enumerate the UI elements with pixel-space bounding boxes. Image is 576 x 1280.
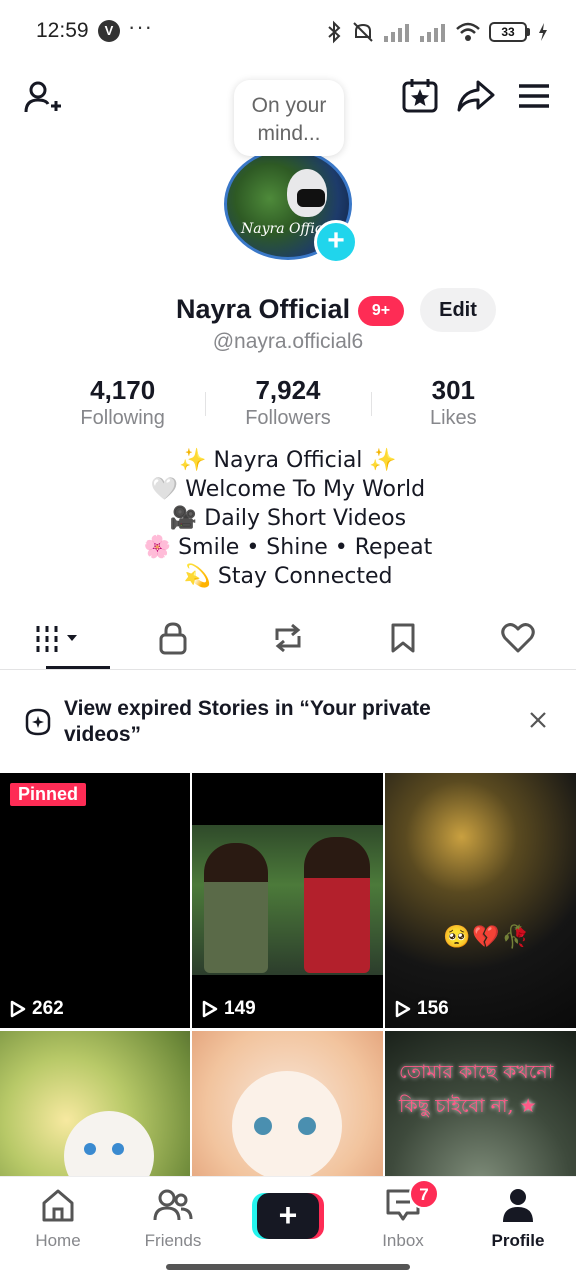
expired-stories-banner[interactable]: View expired Stories in “Your private vi… [0,670,576,772]
bookmark-icon [391,623,415,652]
bio-line: 💫 Stay Connected [183,564,393,589]
nav-inbox[interactable]: 7 Inbox [353,1179,453,1251]
nav-home[interactable]: Home [8,1185,108,1251]
hamburger-menu-icon [519,84,549,108]
bluetooth-icon [328,20,341,44]
calendar-star-icon [402,79,438,113]
status-bar: 12:59 V ··· 33 [0,0,576,64]
share-profile-button[interactable] [454,74,498,118]
stat-likes[interactable]: 301 Likes [370,374,536,434]
profile-icon [503,1189,533,1222]
create-button[interactable]: + [252,1193,324,1239]
stat-following[interactable]: 4,170 Following [40,374,205,434]
charging-icon [539,23,547,41]
home-icon [42,1189,74,1222]
name-row: Nayra Official 9+ Edit [0,288,576,336]
home-indicator[interactable] [166,1264,410,1270]
play-icon [10,1000,26,1018]
tab-favorites[interactable] [346,606,461,669]
play-icon [395,1000,411,1018]
story-sparkle-icon [25,708,51,736]
view-count: 149 [202,998,256,1020]
note-bubble[interactable]: On your mind... [234,80,344,156]
stat-followers[interactable]: 7,924 Followers [205,374,370,434]
nav-friends[interactable]: Friends [123,1185,223,1251]
calendar-star-button[interactable] [398,74,442,118]
repost-icon [275,623,301,652]
profile-handle: @nayra.official6 [212,330,364,353]
plus-icon: + [257,1193,319,1239]
grid-icon [36,625,77,652]
close-icon[interactable] [528,710,548,730]
add-user-icon [24,81,61,113]
view-count: 156 [395,998,449,1020]
play-icon [202,1000,218,1018]
video-thumbnail[interactable]: 🥺💔🥀 156 [385,773,576,1028]
video-thumbnail[interactable]: Pinned 262 [0,773,190,1028]
lock-icon [159,621,187,654]
status-time: 12:59 [36,19,89,42]
pinned-badge: Pinned [10,783,87,806]
profile-name: Nayra Official [176,294,351,324]
inbox-badge: 7 [409,1179,439,1209]
more-notifications-icon: ··· [128,14,153,39]
signal-icon-2 [420,24,445,42]
tab-reposts[interactable] [230,606,345,669]
banner-text: View expired Stories in “Your private vi… [64,697,431,746]
friends-icon [153,1189,193,1221]
view-count: 262 [10,998,64,1020]
menu-button[interactable] [512,74,556,118]
nav-profile[interactable]: Profile [468,1185,568,1251]
edit-profile-button[interactable]: Edit [420,288,496,332]
content-tabs [0,606,576,670]
tab-liked[interactable] [461,606,576,669]
add-story-button[interactable]: + [314,220,358,264]
signal-icon [384,24,409,42]
video-thumbnail[interactable]: 149 [192,773,383,1028]
profile-bio: ✨ Nayra Official ✨ 🤍 Welcome To My World… [0,446,576,591]
tab-videos[interactable] [0,606,115,669]
tab-private[interactable] [115,606,230,669]
emoji-overlay: 🥺💔🥀 [443,925,532,950]
share-arrow-icon [457,80,495,112]
bio-line: ✨ Nayra Official ✨ [179,448,397,473]
heart-icon [501,622,536,652]
thumbnail-caption: তোমার কাছে কখনো কিছু চাইবো না, ★ [399,1061,554,1117]
wifi-icon [456,22,480,41]
vpn-icon: V [98,20,120,42]
bio-line: 🌸 Smile • Shine • Repeat [143,535,433,560]
battery-icon: 33 [489,22,530,42]
bio-line: 🎥 Daily Short Videos [169,506,407,531]
profile-stats: 4,170 Following 7,924 Followers 301 Like… [40,374,536,434]
bio-line: 🤍 Welcome To My World [150,477,426,502]
status-icons: 33 [325,18,548,46]
mute-icon [353,22,373,42]
add-friend-button[interactable] [20,76,64,120]
notification-badge[interactable]: 9+ [358,296,404,326]
